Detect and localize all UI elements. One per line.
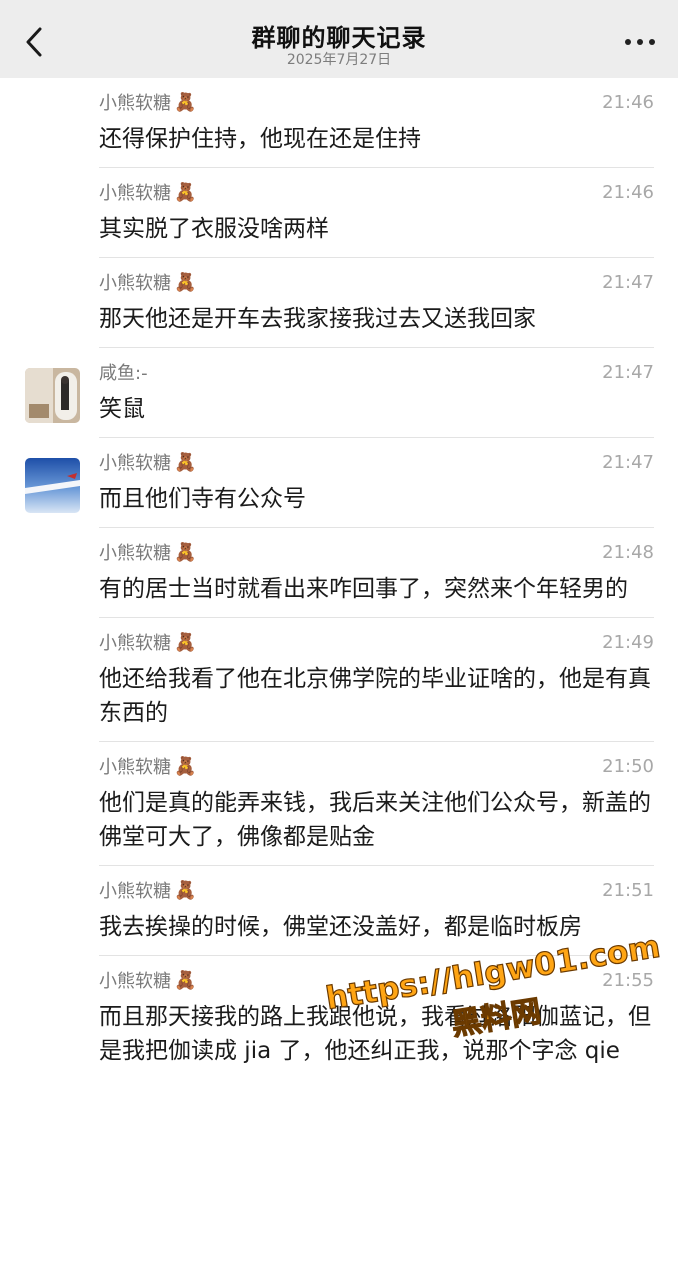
- message-text[interactable]: 他还给我看了他在北京佛学院的毕业证啥的，他是有真东西的: [99, 662, 654, 730]
- avatar[interactable]: [25, 458, 80, 513]
- message-item: 小熊软糖 🧸 21:51 我去挨操的时候，佛堂还没盖好，都是临时板房: [0, 866, 678, 956]
- message-time: 21:46: [602, 91, 654, 113]
- message-text[interactable]: 笑鼠: [99, 392, 654, 426]
- sender-name: 小熊软糖: [99, 757, 171, 778]
- message-time: 21:47: [602, 271, 654, 293]
- message-text[interactable]: 其实脱了衣服没啥两样: [99, 212, 654, 246]
- teddy-bear-icon: 🧸: [174, 541, 197, 563]
- message-text[interactable]: 我去挨操的时候，佛堂还没盖好，都是临时板房: [99, 910, 654, 944]
- teddy-bear-icon: 🧸: [174, 91, 197, 113]
- message-item: 小熊软糖 🧸 21:50 他们是真的能弄来钱，我后来关注他们公众号，新盖的佛堂可…: [0, 742, 678, 866]
- message-item: 小熊软糖 🧸 21:55 而且那天接我的路上我跟他说，我看过洛阳伽蓝记，但是我把…: [0, 956, 678, 1080]
- sender-name: 小熊软糖: [99, 453, 171, 474]
- message-item: 小熊软糖 🧸 21:49 他还给我看了他在北京佛学院的毕业证啥的，他是有真东西的: [0, 618, 678, 742]
- message-item: 小熊软糖 🧸 21:46 还得保护住持，他现在还是住持: [0, 78, 678, 168]
- sender-name: 小熊软糖: [99, 93, 171, 114]
- teddy-bear-icon: 🧸: [174, 181, 197, 203]
- message-time: 21:55: [602, 969, 654, 991]
- avatar[interactable]: [25, 368, 80, 423]
- more-button[interactable]: [620, 26, 660, 58]
- message-text[interactable]: 而且那天接我的路上我跟他说，我看过洛阳伽蓝记，但是我把伽读成 jia 了，他还纠…: [99, 1000, 654, 1068]
- more-dots-icon: [625, 39, 631, 45]
- message-time: 21:51: [602, 879, 654, 901]
- message-text[interactable]: 他们是真的能弄来钱，我后来关注他们公众号，新盖的佛堂可大了，佛像都是贴金: [99, 786, 654, 854]
- sender-name: 小熊软糖: [99, 543, 171, 564]
- sender-name: 小熊软糖: [99, 183, 171, 204]
- teddy-bear-icon: 🧸: [174, 969, 197, 991]
- teddy-bear-icon: 🧸: [174, 755, 197, 777]
- teddy-bear-icon: 🧸: [174, 271, 197, 293]
- message-text[interactable]: 那天他还是开车去我家接我过去又送我回家: [99, 302, 654, 336]
- message-list: 小熊软糖 🧸 21:46 还得保护住持，他现在还是住持 小熊软糖 🧸 21:46…: [0, 78, 678, 1080]
- sender-name: 小熊软糖: [99, 881, 171, 902]
- message-item: 咸鱼:- 21:47 笑鼠: [0, 348, 678, 438]
- nav-header: 群聊的聊天记录 2025年7月27日: [0, 0, 678, 78]
- page-subtitle: 2025年7月27日: [286, 52, 392, 68]
- message-text[interactable]: 还得保护住持，他现在还是住持: [99, 122, 654, 156]
- message-text[interactable]: 而且他们寺有公众号: [99, 482, 654, 516]
- message-time: 21:47: [602, 451, 654, 473]
- message-time: 21:46: [602, 181, 654, 203]
- message-time: 21:47: [602, 361, 654, 383]
- message-time: 21:48: [602, 541, 654, 563]
- message-item: 小熊软糖 🧸 21:47 而且他们寺有公众号: [0, 438, 678, 528]
- message-item: 小熊软糖 🧸 21:47 那天他还是开车去我家接我过去又送我回家: [0, 258, 678, 348]
- teddy-bear-icon: 🧸: [174, 451, 197, 473]
- message-time: 21:49: [602, 631, 654, 653]
- message-item: 小熊软糖 🧸 21:48 有的居士当时就看出来咋回事了，突然来个年轻男的: [0, 528, 678, 618]
- message-text[interactable]: 有的居士当时就看出来咋回事了，突然来个年轻男的: [99, 572, 654, 606]
- teddy-bear-icon: 🧸: [174, 631, 197, 653]
- sender-name: 小熊软糖: [99, 971, 171, 992]
- message-time: 21:50: [602, 755, 654, 777]
- page-title: 群聊的聊天记录: [251, 24, 427, 52]
- teddy-bear-icon: 🧸: [174, 879, 197, 901]
- message-item: 小熊软糖 🧸 21:46 其实脱了衣服没啥两样: [0, 168, 678, 258]
- sender-name: 小熊软糖: [99, 633, 171, 654]
- sender-name: 咸鱼:-: [99, 363, 148, 384]
- sender-name: 小熊软糖: [99, 273, 171, 294]
